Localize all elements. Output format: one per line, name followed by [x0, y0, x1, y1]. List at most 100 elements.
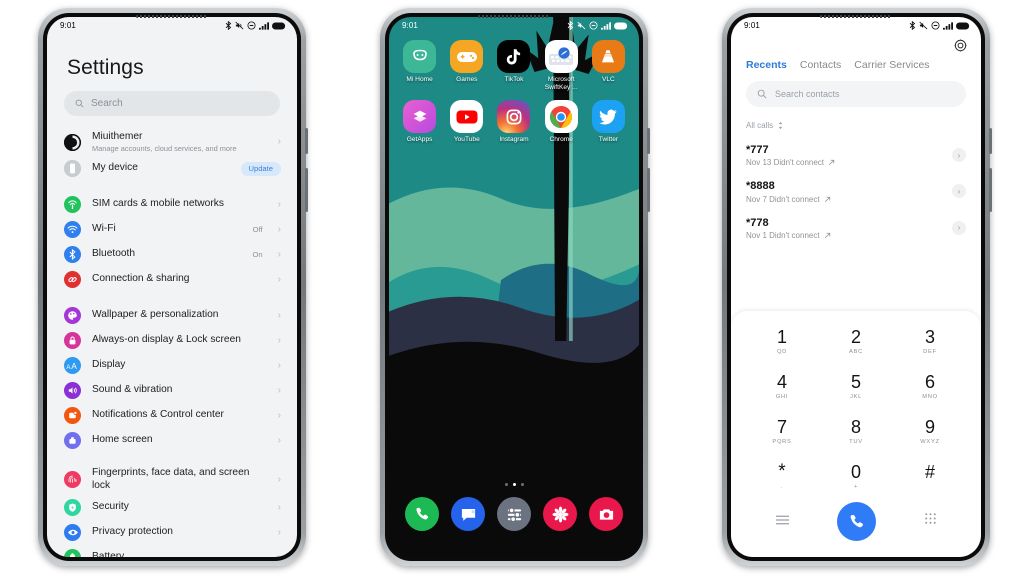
- key-digit: 8: [850, 416, 861, 437]
- key-letters: .: [780, 484, 784, 490]
- settings-row-fingerprints[interactable]: Fingerprints, face data, and screen lock…: [47, 464, 297, 495]
- app-instagram[interactable]: Instagram: [490, 100, 537, 144]
- app-label: Chrome: [549, 136, 573, 144]
- dock-phone-icon[interactable]: [405, 497, 439, 531]
- instagram-icon: [497, 100, 531, 134]
- settings-row-security[interactable]: Security ›: [47, 495, 297, 520]
- dialpad-key-star[interactable]: * .: [745, 454, 819, 499]
- update-badge[interactable]: Update: [240, 161, 281, 176]
- settings-row-wallpaper[interactable]: Wallpaper & personalization ›: [47, 303, 297, 328]
- settings-row-display[interactable]: AA Display ›: [47, 353, 297, 378]
- call-log-row[interactable]: *8888 Nov 7 Didn't connect ›: [731, 173, 981, 209]
- dialpad-key-8[interactable]: 8 TUV: [819, 409, 893, 454]
- app-games[interactable]: Games: [443, 40, 490, 91]
- chevron-right-icon[interactable]: ›: [952, 184, 966, 199]
- battery-icon: [614, 22, 628, 29]
- app-chrome[interactable]: Chrome: [538, 100, 585, 144]
- dialpad-key-4[interactable]: 4 GHI: [745, 364, 819, 409]
- getapps-icon: [403, 100, 437, 134]
- gear-icon[interactable]: [954, 39, 967, 57]
- tab-contacts[interactable]: Contacts: [800, 59, 841, 71]
- call-meta: Nov 1 Didn't connect: [746, 230, 820, 240]
- settings-label: Wi-Fi: [92, 223, 116, 235]
- page-dot[interactable]: [520, 483, 524, 486]
- three-phone-showcase: 9:01 Settings Search Miuithemer Manage a…: [0, 0, 1024, 576]
- search-contacts-input[interactable]: Search contacts: [746, 81, 966, 107]
- dock: [389, 497, 639, 557]
- dialpad-key-7[interactable]: 7 PQRS: [745, 409, 819, 454]
- battery-icon: [956, 22, 970, 29]
- dnd-icon: [931, 21, 940, 30]
- page-dot-active[interactable]: [512, 483, 516, 486]
- account-name: Miuithemer: [92, 131, 143, 142]
- dialpad-actions: [745, 499, 967, 557]
- app-label: Games: [456, 76, 478, 83]
- hamburger-icon[interactable]: [775, 513, 790, 531]
- settings-row-bluetooth[interactable]: Bluetooth On ›: [47, 242, 297, 267]
- outgoing-call-icon: [824, 196, 830, 202]
- chevron-right-icon[interactable]: ›: [952, 148, 966, 163]
- mute-icon: [235, 21, 244, 30]
- signal-icon: [259, 21, 269, 30]
- tab-carrier-services[interactable]: Carrier Services: [854, 59, 929, 71]
- eye-icon: [64, 524, 81, 542]
- dialpad-key-6[interactable]: 6 MNO: [893, 364, 967, 409]
- dialpad-key-1[interactable]: 1 QD: [745, 319, 819, 364]
- dock-settings-icon[interactable]: [497, 497, 531, 531]
- call-number: *778: [746, 216, 769, 229]
- app-vlc[interactable]: VLC: [585, 40, 632, 91]
- search-icon: [75, 99, 84, 108]
- dialpad-key-5[interactable]: 5 JKL: [819, 364, 893, 409]
- call-log-row[interactable]: *778 Nov 1 Didn't connect ›: [731, 210, 981, 246]
- dialpad-key-9[interactable]: 9 WXYZ: [893, 409, 967, 454]
- app-swiftkey[interactable]: Microsoft SwiftKey ...: [538, 40, 585, 91]
- call-filter[interactable]: All calls: [731, 118, 981, 137]
- settings-group-connectivity: SIM cards & mobile networks › Wi-Fi Off …: [47, 192, 297, 303]
- call-button[interactable]: [836, 502, 876, 541]
- dialpad-key-hash[interactable]: #: [893, 454, 967, 499]
- search-input[interactable]: Search: [64, 91, 280, 116]
- app-mi-home[interactable]: Mi Home: [396, 40, 443, 91]
- bluetooth-icon: [225, 21, 232, 30]
- settings-row-sim[interactable]: SIM cards & mobile networks ›: [47, 192, 297, 217]
- speaker-icon: [64, 382, 81, 400]
- tab-recents[interactable]: Recents: [746, 59, 787, 71]
- signal-icon: [601, 21, 611, 30]
- phone-home-screen: 9:01 Mi Home Games TikTok Microsoft Swif…: [380, 8, 650, 566]
- settings-row-wifi[interactable]: Wi-Fi Off ›: [47, 217, 297, 242]
- settings-row-aod-lockscreen[interactable]: Always-on display & Lock screen ›: [47, 328, 297, 353]
- phone-settings: 9:01 Settings Search Miuithemer Manage a…: [38, 8, 308, 566]
- settings-row-connection-sharing[interactable]: Connection & sharing ›: [47, 267, 297, 292]
- app-getapps[interactable]: GetApps: [396, 100, 443, 144]
- dialpad-key-3[interactable]: 3 DEF: [893, 319, 967, 364]
- dialpad-key-2[interactable]: 2 ABC: [819, 319, 893, 364]
- app-youtube[interactable]: YouTube: [443, 100, 490, 144]
- font-size-icon: AA: [64, 357, 81, 375]
- settings-row-sound[interactable]: Sound & vibration ›: [47, 378, 297, 403]
- settings-row-my-device[interactable]: My device Update: [47, 156, 297, 181]
- dock-gallery-icon[interactable]: [543, 497, 577, 531]
- settings-row-account[interactable]: Miuithemer Manage accounts, cloud servic…: [47, 128, 297, 156]
- settings-row-battery[interactable]: Battery ›: [47, 545, 297, 557]
- call-number: *8888: [746, 180, 775, 193]
- app-twitter[interactable]: Twitter: [585, 100, 632, 144]
- mi-home-icon: [403, 40, 437, 73]
- dock-camera-icon[interactable]: [589, 497, 623, 531]
- settings-label: Display: [92, 359, 126, 371]
- call-log-row[interactable]: *777 Nov 13 Didn't connect ›: [731, 137, 981, 173]
- chevron-right-icon: ›: [277, 248, 281, 260]
- battery-icon: [64, 549, 81, 557]
- page-dot[interactable]: [504, 483, 508, 486]
- twitter-bird-icon: [591, 100, 625, 134]
- keypad-dots-icon[interactable]: [924, 512, 937, 531]
- dialpad-key-0[interactable]: 0 +: [819, 454, 893, 499]
- settings-row-privacy[interactable]: Privacy protection ›: [47, 520, 297, 545]
- app-tiktok[interactable]: TikTok: [490, 40, 537, 91]
- dock-messages-icon[interactable]: [451, 497, 485, 531]
- chevron-right-icon[interactable]: ›: [952, 220, 966, 235]
- settings-row-home-screen[interactable]: Home screen ›: [47, 428, 297, 453]
- device-label: My device: [92, 162, 138, 174]
- key-digit: 3: [924, 326, 935, 347]
- chevron-right-icon: ›: [277, 384, 281, 396]
- settings-row-notifications[interactable]: Notifications & Control center ›: [47, 403, 297, 428]
